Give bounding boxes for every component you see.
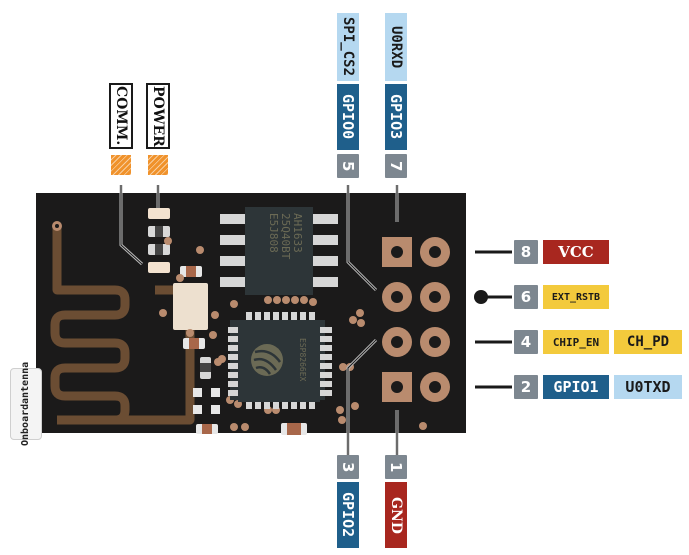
right-leader-lines: [475, 250, 512, 389]
comm-led-label: COMM.: [109, 83, 133, 149]
antenna-callout: Onboard antenna: [10, 362, 42, 446]
pin2-number: 2: [514, 375, 538, 399]
pin4-chip-en-label: CHIP_EN: [543, 330, 609, 354]
pin3-number: 3: [337, 455, 359, 479]
pin7-gpio-label: GPIO3: [385, 84, 407, 150]
flash-line3: E5J808: [267, 213, 280, 253]
power-led-icon: [148, 155, 168, 175]
pin4-ch-pd-label: CH_PD: [614, 330, 682, 354]
reset-dot-icon: [474, 290, 488, 304]
pin1-number: 1: [385, 455, 407, 479]
pinout-diagram: AH1633 25Q40BT E5J808 ESP8266EX COMM. PO…: [0, 0, 689, 555]
comm-led-icon: [111, 155, 131, 175]
pin5-number: 5: [337, 154, 359, 178]
pin5-alt-label: SPI_CS2: [337, 13, 359, 81]
pin8-vcc-label: VCC: [543, 240, 609, 264]
pin2-gpio-label: GPIO1: [543, 375, 609, 399]
antenna-callout-line2: antenna: [20, 361, 31, 404]
antenna-callout-line1: Onboard: [20, 404, 31, 447]
flash-chip-text: AH1633 25Q40BT E5J808: [267, 213, 304, 260]
pin1-gnd-label: GND: [385, 482, 407, 548]
pin7-alt-label: U0RXD: [385, 13, 407, 81]
soc-chip: ESP8266EX: [228, 312, 332, 409]
espressif-logo-icon: [251, 344, 283, 376]
soc-label: ESP8266EX: [298, 338, 307, 382]
pin6-ext-rstb-label: EXT_RSTB: [543, 285, 609, 309]
pin3-gpio-label: GPIO2: [337, 482, 359, 548]
pin2-alt-label: U0TXD: [614, 375, 682, 399]
pin4-number: 4: [514, 330, 538, 354]
power-led-label: POWER: [146, 83, 170, 149]
pin5-gpio-label: GPIO0: [337, 84, 359, 150]
pin8-number: 8: [514, 240, 538, 264]
pin6-number: 6: [514, 285, 538, 309]
pin7-number: 7: [385, 154, 407, 178]
crystal: [173, 283, 208, 330]
